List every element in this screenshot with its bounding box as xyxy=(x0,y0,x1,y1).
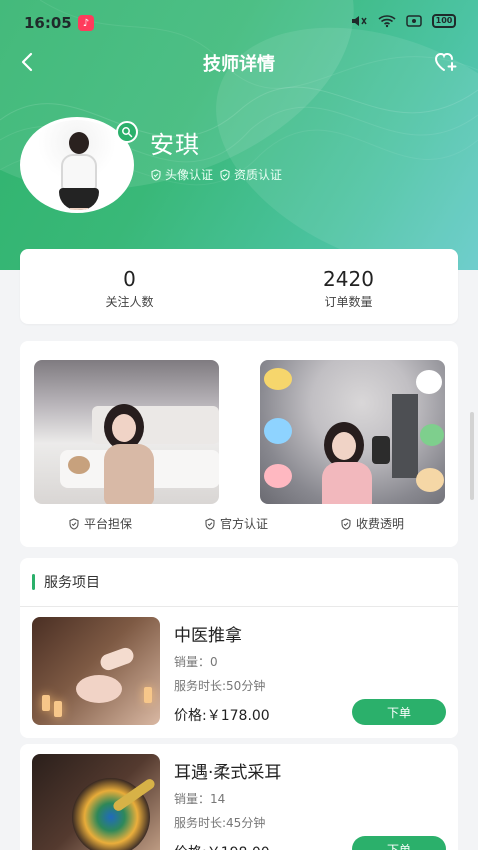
certification-label: 资质认证 xyxy=(234,168,283,182)
certification-label: 头像认证 xyxy=(165,168,214,182)
followers-stat: 0 关注人数 xyxy=(20,267,239,310)
certifications: 头像认证 资质认证 xyxy=(150,166,282,183)
section-accent-bar xyxy=(32,574,35,590)
orders-stat: 2420 订单数量 xyxy=(239,267,458,310)
service-name: 中医推拿 xyxy=(174,626,242,646)
service-item[interactable]: 中医推拿 销量：0 服务时长:50分钟 价格:￥178.00 下单 xyxy=(32,617,446,725)
top-navigation: 技师详情 xyxy=(0,38,478,84)
order-button[interactable]: 下单 xyxy=(352,699,446,725)
orders-label: 订单数量 xyxy=(324,295,373,309)
screen-record-icon xyxy=(406,14,422,28)
battery-indicator: 100 xyxy=(432,14,456,28)
orders-count: 2420 xyxy=(323,267,374,291)
service-price: 价格:￥178.00 xyxy=(174,708,270,724)
wifi-icon xyxy=(378,14,396,28)
service-name: 耳遇·柔式采耳 xyxy=(174,763,282,783)
service-guarantees: 平台担保 官方认证 收费透明 xyxy=(20,515,458,533)
followers-label: 关注人数 xyxy=(105,295,154,309)
perk-label: 收费透明 xyxy=(356,517,405,531)
services-header: 服务项目 xyxy=(20,558,458,606)
technician-photo[interactable] xyxy=(260,360,445,504)
scrollbar[interactable] xyxy=(470,412,474,500)
shield-check-icon xyxy=(220,168,230,181)
music-app-icon: ♪ xyxy=(78,15,94,31)
shield-check-icon xyxy=(341,517,351,530)
service-card: 耳遇·柔式采耳 销量：14 服务时长:45分钟 价格:￥198.00 下单 xyxy=(20,744,458,850)
technician-profile xyxy=(20,117,138,213)
shield-check-icon xyxy=(151,168,161,181)
qualification-certification: 资质认证 xyxy=(219,166,282,183)
order-button[interactable]: 下单 xyxy=(352,836,446,850)
service-duration: 服务时长:45分钟 xyxy=(174,816,266,830)
perk-label: 平台担保 xyxy=(84,517,133,531)
mute-icon xyxy=(350,14,368,28)
service-sales: 销量：0 xyxy=(174,655,218,669)
services-section: 服务项目 中医推拿 销量：0 服务时长:50分钟 价格:￥178.00 下单 xyxy=(20,558,458,738)
service-thumbnail xyxy=(32,617,160,725)
services-title: 服务项目 xyxy=(44,575,100,591)
service-duration: 服务时长:50分钟 xyxy=(174,679,266,693)
photo-gallery-card: 平台担保 官方认证 收费透明 xyxy=(20,341,458,547)
perk-label: 官方认证 xyxy=(220,517,269,531)
service-price: 价格:￥198.00 xyxy=(174,842,270,850)
status-time: 16:05 xyxy=(24,14,72,32)
avatar-certification: 头像认证 xyxy=(150,166,213,183)
status-icons: 100 xyxy=(350,14,456,28)
transparent-pricing: 收费透明 xyxy=(340,515,404,532)
stats-card: 0 关注人数 2420 订单数量 xyxy=(20,249,458,324)
service-item[interactable]: 耳遇·柔式采耳 销量：14 服务时长:45分钟 价格:￥198.00 下单 xyxy=(32,754,446,850)
heart-plus-icon xyxy=(434,52,457,71)
official-certification: 官方认证 xyxy=(204,515,268,532)
technician-photo[interactable] xyxy=(34,360,219,504)
service-sales: 销量：14 xyxy=(174,792,226,806)
followers-count: 0 xyxy=(123,267,136,291)
platform-guarantee: 平台担保 xyxy=(68,515,132,532)
technician-name: 安琪 xyxy=(150,131,200,159)
service-thumbnail xyxy=(32,754,160,850)
profile-info: 安琪 头像认证 资质认证 xyxy=(150,125,282,183)
shield-check-icon xyxy=(69,517,79,530)
divider xyxy=(20,606,458,607)
follow-button[interactable] xyxy=(432,49,460,73)
shield-check-icon xyxy=(205,517,215,530)
verified-badge-icon xyxy=(116,121,138,143)
page-title: 技师详情 xyxy=(203,54,275,75)
